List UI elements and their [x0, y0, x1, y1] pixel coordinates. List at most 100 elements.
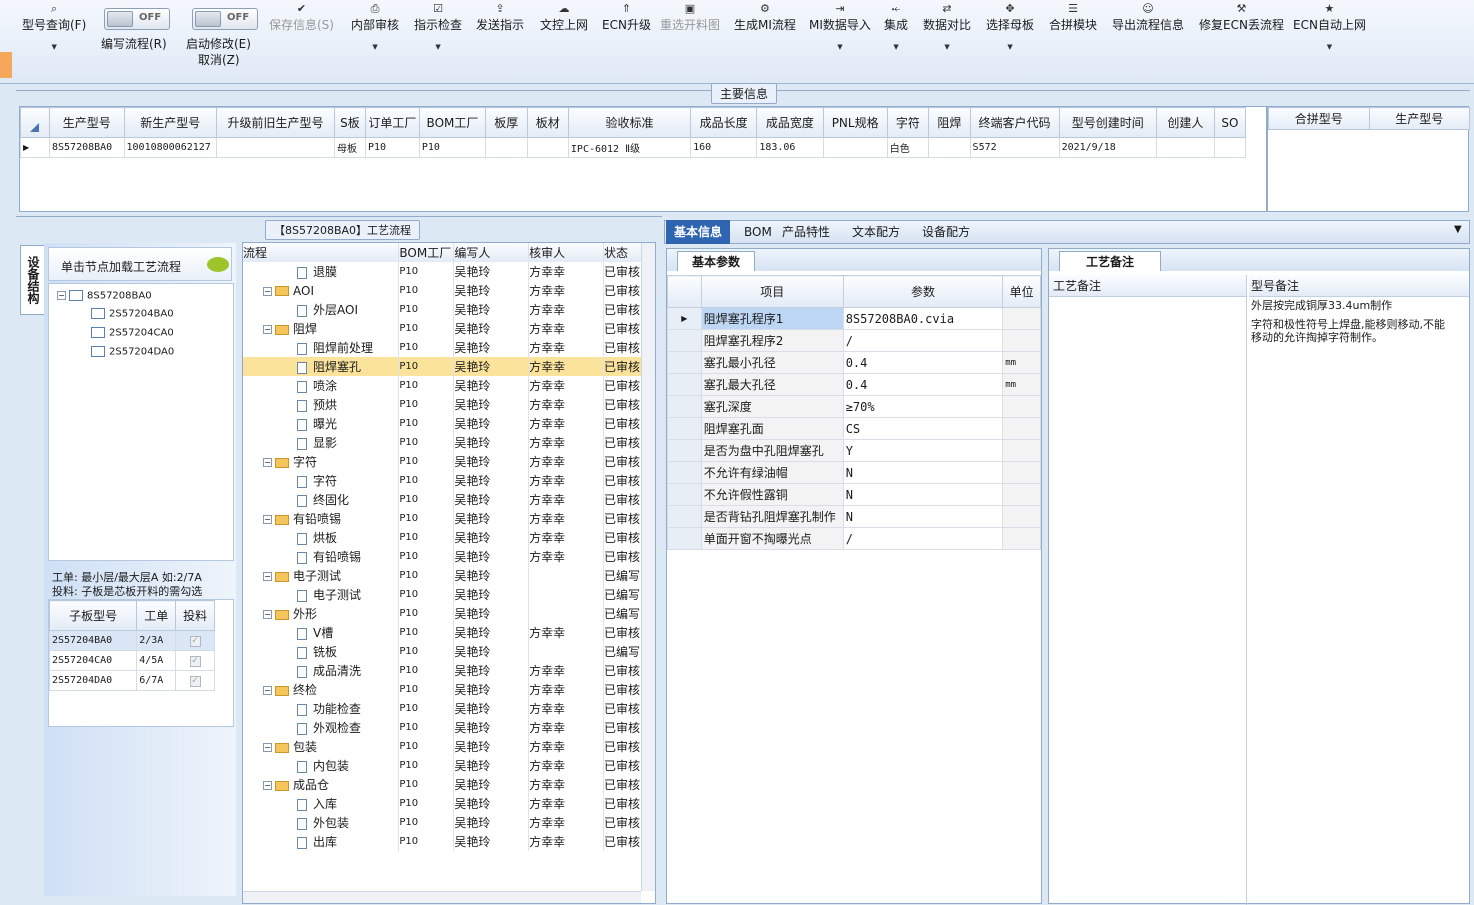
param-row[interactable]: 单面开窗不掏曝光点 /	[667, 527, 1041, 550]
main-cell[interactable]: 183.06	[756, 137, 824, 158]
flow-row[interactable]: 字符 P10 吴艳玲 方幸幸 已审核	[243, 471, 644, 490]
toolbar-button[interactable]: ⌕ 型号查询(F) ▼	[22, 0, 86, 54]
param-col-unit[interactable]: 单位	[1002, 275, 1041, 308]
toolbar-button[interactable]: ☰ 合拼模块	[1049, 0, 1097, 32]
flow-row[interactable]: − 有铅喷锡 P10 吴艳玲 方幸幸 已审核	[243, 509, 644, 528]
param-row[interactable]: 阻焊塞孔程序2/	[667, 329, 1041, 352]
toolbar-button[interactable]: ⤝ 集成 ▼	[884, 0, 908, 54]
flow-row[interactable]: 成品清洗 P10 吴艳玲 方幸幸 已审核	[243, 661, 644, 680]
param-row[interactable]: 塞孔最小孔径 0.4 mm	[667, 351, 1041, 374]
tree-node[interactable]: 2S57204CA0	[91, 327, 174, 339]
collapse-icon[interactable]: −	[263, 325, 272, 334]
main-cell[interactable]	[1213, 137, 1247, 158]
feed-checkbox[interactable]: ✓	[189, 635, 201, 647]
flow-col-status[interactable]: 状态	[603, 243, 644, 262]
flow-row[interactable]: 出库 P10 吴艳玲 方幸幸 已审核	[243, 832, 644, 851]
main-col-header[interactable]: 订单工厂	[365, 107, 420, 138]
flow-row[interactable]: V槽 P10 吴艳玲 方幸幸 已审核	[243, 623, 644, 642]
flow-row[interactable]: 显影 P10 吴艳玲 方幸幸 已审核	[243, 433, 644, 452]
dropdown-arrow-icon[interactable]: ▼	[22, 40, 86, 54]
flow-row[interactable]: 预烘 P10 吴艳玲 方幸幸 已审核	[243, 395, 644, 414]
toolbar-button[interactable]: ⚒ 修复ECN丢流程	[1199, 0, 1284, 32]
collapse-icon[interactable]: −	[263, 743, 272, 752]
main-col-header[interactable]: 终端客户代码	[969, 107, 1060, 138]
flow-row[interactable]: 外观检查 P10 吴艳玲 方幸幸 已审核	[243, 718, 644, 737]
param-value[interactable]: 0.4	[842, 373, 1004, 396]
main-cell[interactable]: 白色	[886, 137, 930, 158]
main-col-header[interactable]: 型号创建时间	[1058, 107, 1157, 138]
merge-col-2[interactable]: 生产型号	[1368, 107, 1470, 130]
toolbar-button[interactable]: ✥ 选择母板 ▼	[986, 0, 1034, 54]
toolbar-button[interactable]: ⇥ MI数据导入 ▼	[809, 0, 871, 54]
main-cell[interactable]: 10010800062127	[123, 137, 217, 158]
dropdown-arrow-icon[interactable]: ▼	[809, 40, 871, 54]
flow-row[interactable]: 终固化 P10 吴艳玲 方幸幸 已审核	[243, 490, 644, 509]
flow-row[interactable]: 功能检查 P10 吴艳玲 方幸幸 已审核	[243, 699, 644, 718]
flow-row[interactable]: 外包装 P10 吴艳玲 方幸幸 已审核	[243, 813, 644, 832]
sub-board-row[interactable]: 2S57204DA0 6/7A ✓	[48, 670, 215, 691]
toolbar-button[interactable]: ⚙ 生成MI流程	[734, 0, 796, 32]
flow-row[interactable]: 内包装 P10 吴艳玲 方幸幸 已审核	[243, 756, 644, 775]
flow-row[interactable]: − 外形 P10 吴艳玲 已编写	[243, 604, 644, 623]
param-row[interactable]: ▶ 阻焊塞孔程序1 8S57208BA0.cvia	[667, 307, 1041, 330]
sub-board-row[interactable]: 2S57204CA0 4/5A ✓	[48, 650, 215, 671]
main-col-header[interactable]: BOM工厂	[418, 107, 487, 138]
edit-toggle[interactable]: OFF	[192, 8, 258, 30]
toolbar-button[interactable]: ▣ 重选开料图	[660, 0, 720, 32]
flow-row[interactable]: 铣板 P10 吴艳玲 已编写	[243, 642, 644, 661]
main-col-header[interactable]: 升级前旧生产型号	[215, 107, 335, 138]
collapse-icon[interactable]: −	[263, 515, 272, 524]
flow-row[interactable]: 阻焊前处理 P10 吴艳玲 方幸幸 已审核	[243, 338, 644, 357]
flow-row[interactable]: − 成品仓 P10 吴艳玲 方幸幸 已审核	[243, 775, 644, 794]
feed-checkbox[interactable]: ✓	[189, 655, 201, 667]
toolbar-button[interactable]: ⇄ 数据对比 ▼	[923, 0, 971, 54]
flow-row[interactable]: 退膜 P10 吴艳玲 方幸幸 已审核	[243, 262, 644, 281]
write-flow-toggle[interactable]: OFF	[104, 8, 170, 30]
process-remark-box[interactable]: 工艺备注	[1049, 275, 1247, 905]
param-value[interactable]: ≥70%	[842, 395, 1004, 418]
detail-tab[interactable]: 文本配方	[844, 220, 908, 244]
toolbar-button[interactable]: ☁ 文控上网	[540, 0, 588, 32]
dropdown-arrow-icon[interactable]: ▼	[1293, 40, 1366, 54]
tab-basic-params[interactable]: 基本参数	[677, 251, 756, 271]
tree-root[interactable]: −8S57208BA0	[57, 290, 152, 302]
param-row[interactable]: 塞孔最大孔径 0.4 mm	[667, 373, 1041, 396]
flow-row[interactable]: 阻焊塞孔 P10 吴艳玲 方幸幸 已审核	[243, 357, 644, 376]
main-cell[interactable]: IPC-6012 Ⅱ级	[567, 137, 692, 158]
main-col-header[interactable]: 阻焊	[928, 107, 971, 138]
flow-col-writer[interactable]: 编写人	[453, 243, 530, 262]
collapse-icon[interactable]: −	[263, 458, 272, 467]
main-cell[interactable]: 2021/9/18	[1058, 137, 1157, 158]
toolbar-button[interactable]: ⇑ ECN升级	[602, 0, 651, 32]
toolbar-button[interactable]: ✔ 保存信息(S)	[269, 0, 334, 32]
sub-col-model[interactable]: 子板型号	[48, 600, 138, 631]
model-remark-box[interactable]: 型号备注 外层按完成铜厚33.4um制作 字符和极性符号上焊盘,能移则移动,不能…	[1249, 275, 1469, 905]
merge-col-1[interactable]: 合拼型号	[1268, 107, 1370, 130]
main-col-header[interactable]: 创建人	[1155, 107, 1215, 138]
main-col-header[interactable]: 板厚	[485, 107, 528, 138]
param-col-value[interactable]: 参数	[842, 275, 1004, 308]
main-cell[interactable]: P10	[418, 137, 487, 158]
toolbar-button[interactable]: ☺ 导出流程信息	[1112, 0, 1184, 32]
collapse-icon[interactable]: −	[263, 572, 272, 581]
detail-tab[interactable]: 基本信息	[666, 220, 731, 244]
flow-col-name[interactable]: 流程	[243, 243, 400, 262]
flow-col-bom[interactable]: BOM工厂	[398, 243, 455, 262]
param-row[interactable]: 不允许假性露铜 N	[667, 483, 1041, 506]
dropdown-arrow-icon[interactable]: ▼	[884, 40, 908, 54]
flow-row[interactable]: 电子测试 P10 吴艳玲 已编写	[243, 585, 644, 604]
flow-col-checker[interactable]: 核审人	[528, 243, 604, 262]
main-col-header[interactable]: 新生产型号	[123, 107, 217, 138]
flow-row[interactable]: 有铅喷锡 P10 吴艳玲 方幸幸 已审核	[243, 547, 644, 566]
main-col-header[interactable]: 板材	[526, 107, 569, 138]
param-row[interactable]: 是否为盘中孔阻焊塞孔 Y	[667, 439, 1041, 462]
param-row[interactable]: 是否背钻孔阻焊塞孔制作 N	[667, 505, 1041, 528]
main-col-header[interactable]: 成品宽度	[756, 107, 824, 138]
toolbar-button[interactable]: ★ ECN自动上网 ▼	[1293, 0, 1366, 54]
param-value[interactable]: CS	[842, 417, 1004, 440]
dropdown-arrow-icon[interactable]: ▼	[414, 40, 462, 54]
main-col-header[interactable]: 字符	[886, 107, 930, 138]
param-value[interactable]: /	[842, 527, 1004, 550]
main-cell[interactable]	[822, 137, 888, 158]
collapse-icon[interactable]: −	[263, 781, 272, 790]
